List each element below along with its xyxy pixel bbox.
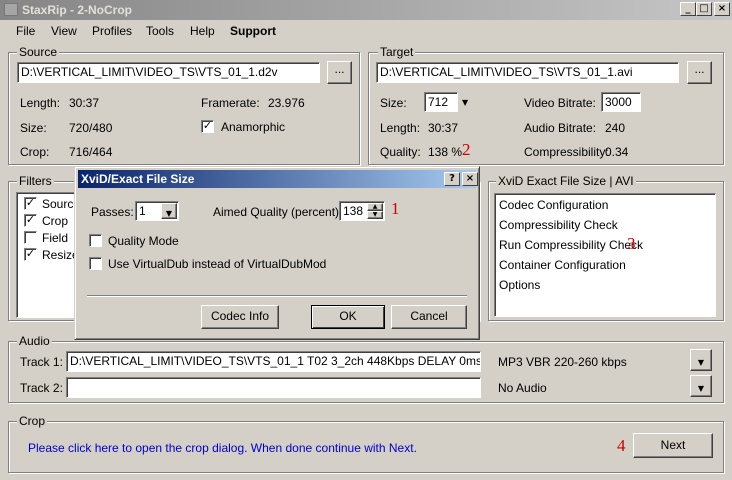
chevron-down-icon[interactable]: ▼: [462, 98, 468, 107]
audio-bitrate-value: 240: [605, 121, 626, 135]
title-bar: StaxRip - 2-NoCrop _ □ ×: [0, 0, 732, 20]
maximize-button[interactable]: □: [696, 2, 712, 16]
video-bitrate-field[interactable]: 3000: [601, 92, 641, 112]
menu-profiles[interactable]: Profiles: [92, 24, 132, 38]
encoder-group-label: XviD Exact File Size | AVI: [496, 174, 636, 188]
dialog-divider: [87, 295, 467, 297]
minimize-button[interactable]: _: [680, 2, 696, 16]
encoder-item-options[interactable]: Options: [499, 278, 540, 292]
track1-label: Track 1:: [20, 355, 63, 369]
filter-resize-checkbox[interactable]: ✓: [24, 248, 37, 261]
annotation-1: 1: [391, 199, 400, 218]
quality-value: 138 %: [428, 145, 463, 159]
audio-group-label: Audio: [17, 334, 52, 348]
framerate-label: Framerate:: [201, 96, 260, 110]
video-bitrate-label: Video Bitrate:: [524, 96, 596, 110]
target-browse-button[interactable]: ...: [687, 61, 712, 84]
source-length-label: Length:: [20, 96, 61, 110]
virtualdub-checkbox[interactable]: [89, 257, 102, 270]
audio-bitrate-label: Audio Bitrate:: [524, 121, 597, 135]
filter-field-checkbox[interactable]: [24, 231, 37, 244]
quality-mode-label: Quality Mode: [108, 234, 179, 248]
source-size-value: 720/480: [69, 121, 113, 135]
menu-file[interactable]: File: [16, 24, 35, 38]
encoder-item-container-configuration[interactable]: Container Configuration: [499, 258, 626, 272]
window-title: StaxRip - 2-NoCrop: [22, 3, 133, 17]
quality-label: Quality:: [380, 145, 421, 159]
menu-tools[interactable]: Tools: [146, 24, 174, 38]
source-length-value: 30:37: [69, 96, 100, 110]
xvid-exact-file-size-dialog: XviD/Exact File Size ? × Passes: 1 ▼ Aim…: [74, 166, 480, 340]
encoder-item-run-compressibility-check[interactable]: Run Compressibility Check: [499, 238, 643, 252]
source-path-field[interactable]: D:\VERTICAL_LIMIT\VIDEO_TS\VTS_01_1.d2v: [17, 62, 320, 83]
ok-button[interactable]: OK: [311, 305, 385, 329]
track1-profile[interactable]: MP3 VBR 220-260 kbps: [498, 355, 627, 369]
filter-crop-label[interactable]: Crop: [42, 214, 68, 228]
filters-group-label: Filters: [17, 174, 54, 188]
dialog-help-button[interactable]: ?: [444, 172, 460, 186]
target-length-value: 30:37: [428, 121, 459, 135]
menu-view[interactable]: View: [51, 24, 77, 38]
source-group-label: Source: [17, 45, 60, 59]
filter-crop-checkbox[interactable]: ✓: [24, 214, 37, 227]
quality-mode-checkbox[interactable]: [89, 234, 102, 247]
annotation-2: 2: [462, 140, 471, 159]
passes-dropdown-button[interactable]: ▼: [161, 203, 177, 219]
filter-field-label[interactable]: Field: [42, 231, 68, 245]
track1-path-field[interactable]: D:\VERTICAL_LIMIT\VIDEO_TS\VTS_01_1 T02 …: [66, 351, 481, 372]
source-browse-button[interactable]: ...: [327, 61, 352, 84]
target-group-label: Target: [378, 45, 416, 59]
target-path-field[interactable]: D:\VERTICAL_LIMIT\VIDEO_TS\VTS_01_1.avi: [376, 62, 679, 83]
annotation-3: 3: [627, 234, 636, 253]
menu-support[interactable]: Support: [230, 24, 276, 38]
chevron-down-icon: ▼: [697, 384, 705, 393]
chevron-down-icon: ▼: [372, 211, 378, 218]
aimed-quality-down[interactable]: ▼: [367, 211, 383, 219]
anamorphic-label: Anamorphic: [221, 120, 286, 134]
crop-group-label: Crop: [17, 414, 48, 428]
chevron-down-icon: ▼: [697, 358, 705, 367]
target-length-label: Length:: [380, 121, 421, 135]
dialog-title-bar: XviD/Exact File Size ? ×: [78, 170, 478, 188]
dialog-close-button[interactable]: ×: [462, 172, 478, 186]
encoder-item-codec-configuration[interactable]: Codec Configuration: [499, 198, 608, 212]
compressibility-value: 0.34: [605, 145, 629, 159]
track2-profile-dropdown[interactable]: ▼: [690, 375, 712, 397]
close-button[interactable]: ×: [714, 2, 730, 16]
filter-source-checkbox[interactable]: ✓: [24, 197, 37, 210]
chevron-down-icon: ▼: [165, 209, 173, 218]
track2-label: Track 2:: [20, 381, 63, 395]
track1-profile-dropdown[interactable]: ▼: [690, 349, 712, 371]
track2-profile[interactable]: No Audio: [498, 381, 547, 395]
track2-path-field[interactable]: [66, 377, 481, 398]
crop-dialog-link[interactable]: Please click here to open the crop dialo…: [28, 441, 417, 455]
menu-help[interactable]: Help: [190, 24, 215, 38]
app-icon: [4, 3, 18, 16]
cancel-button[interactable]: Cancel: [391, 305, 467, 329]
aimed-quality-label: Aimed Quality (percent):: [213, 205, 343, 219]
passes-label: Passes:: [91, 205, 134, 219]
target-size-field[interactable]: 712: [424, 92, 458, 112]
target-size-label: Size:: [380, 96, 407, 110]
menu-bar: File View Profiles Tools Help Support: [0, 20, 732, 42]
dialog-title: XviD/Exact File Size: [81, 172, 195, 186]
chevron-up-icon: ▲: [372, 203, 378, 210]
anamorphic-checkbox[interactable]: ✓: [201, 120, 214, 133]
codec-info-button[interactable]: Codec Info: [201, 305, 279, 329]
aimed-quality-up[interactable]: ▲: [367, 203, 383, 211]
annotation-4: 4: [617, 436, 626, 455]
source-crop-value: 716/464: [69, 145, 113, 159]
source-size-label: Size:: [20, 121, 47, 135]
source-crop-label: Crop:: [20, 145, 50, 159]
next-button[interactable]: Next: [633, 433, 713, 458]
compressibility-label: Compressibility:: [524, 145, 609, 159]
encoder-item-compressibility-check[interactable]: Compressibility Check: [499, 218, 618, 232]
virtualdub-label: Use VirtualDub instead of VirtualDubMod: [108, 257, 327, 271]
framerate-value: 23.976: [268, 96, 305, 110]
